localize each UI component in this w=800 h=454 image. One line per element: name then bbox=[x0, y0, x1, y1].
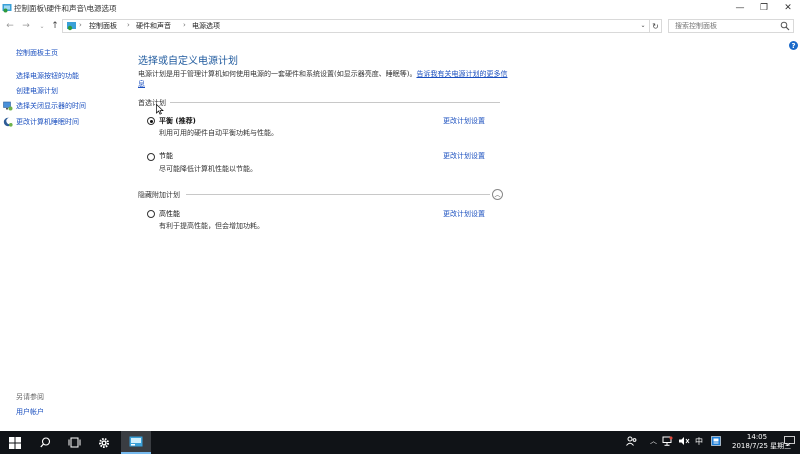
plan-name-power-saver[interactable]: 节能 bbox=[159, 151, 173, 161]
control-panel-icon bbox=[2, 4, 12, 13]
sidebar-item-power-button[interactable]: 选择电源按钮的功能 bbox=[16, 71, 79, 81]
section-divider bbox=[186, 194, 490, 195]
sidebar-home-link[interactable]: 控制面板主页 bbox=[16, 48, 58, 58]
plan-radio-balanced[interactable] bbox=[147, 117, 155, 125]
control-panel-window: 控制面板\硬件和声音\电源选项 — ❐ ✕ ← → ⌄ ↑ › 控制面板 › 硬… bbox=[0, 0, 800, 431]
search-icon[interactable] bbox=[780, 21, 790, 31]
breadcrumb-control-panel[interactable]: 控制面板 bbox=[89, 21, 117, 31]
volume-muted-icon[interactable] bbox=[678, 436, 690, 446]
control-panel-icon bbox=[67, 22, 76, 31]
window-title: 控制面板\硬件和声音\电源选项 bbox=[14, 4, 117, 13]
taskbar: ︿ 中 14:05 2018/7/25 星期三 bbox=[0, 431, 800, 454]
address-dropdown-button[interactable]: ⌄ bbox=[638, 19, 648, 31]
breadcrumb-hardware-sound[interactable]: 硬件和声音 bbox=[136, 21, 171, 31]
up-button[interactable]: ↑ bbox=[49, 20, 61, 32]
sidebar-item-user-accounts[interactable]: 用户帐户 bbox=[16, 407, 44, 417]
clock-time: 14:05 bbox=[746, 433, 768, 441]
plan-name-high-performance[interactable]: 高性能 bbox=[159, 209, 180, 219]
control-panel-icon bbox=[129, 436, 143, 447]
change-plan-settings-balanced[interactable]: 更改计划设置 bbox=[443, 116, 485, 126]
page-title: 选择或自定义电源计划 bbox=[138, 56, 238, 67]
breadcrumb-separator-icon: › bbox=[79, 21, 82, 29]
minimize-button[interactable]: — bbox=[728, 0, 752, 16]
plan-name-balanced[interactable]: 平衡 (推荐) bbox=[159, 116, 196, 126]
maximize-button[interactable]: ❐ bbox=[752, 0, 776, 16]
tray-chevron-up-icon[interactable]: ︿ bbox=[650, 436, 657, 446]
gear-icon bbox=[99, 437, 109, 448]
search-input[interactable] bbox=[669, 20, 779, 32]
back-button[interactable]: ← bbox=[4, 20, 16, 32]
plan-radio-high-performance[interactable] bbox=[147, 210, 155, 218]
search-icon bbox=[39, 437, 50, 448]
sidebar-item-create-plan[interactable]: 创建电源计划 bbox=[16, 86, 58, 96]
breadcrumb-power-options[interactable]: 电源选项 bbox=[192, 21, 220, 31]
settings-taskbar-button[interactable] bbox=[89, 431, 119, 454]
start-button[interactable] bbox=[0, 431, 30, 454]
sidebar-item-display-off[interactable]: 选择关闭显示器的时间 bbox=[16, 101, 86, 111]
plan-desc-power-saver: 尽可能降低计算机性能以节能。 bbox=[159, 165, 257, 173]
title-bar: 控制面板\硬件和声音\电源选项 — ❐ ✕ bbox=[0, 0, 800, 16]
change-plan-settings-high-performance[interactable]: 更改计划设置 bbox=[443, 209, 485, 219]
collapse-chevron-icon[interactable]: ︿ bbox=[492, 189, 503, 200]
keyboard-icon[interactable] bbox=[711, 436, 721, 446]
network-icon[interactable] bbox=[662, 436, 673, 446]
change-plan-settings-power-saver[interactable]: 更改计划设置 bbox=[443, 151, 485, 161]
clock[interactable]: 14:05 2018/7/25 星期三 bbox=[732, 433, 792, 451]
search-taskbar-button[interactable] bbox=[30, 431, 60, 454]
monitor-icon bbox=[3, 101, 13, 111]
hidden-plans-heading[interactable]: 隐藏附加计划 bbox=[138, 190, 180, 200]
mouse-cursor-icon bbox=[156, 104, 164, 115]
description-text: 电源计划是用于管理计算机如何使用电源的一套硬件和系统设置(如显示器亮度、睡眠等)… bbox=[138, 70, 417, 78]
forward-button[interactable]: → bbox=[20, 20, 32, 32]
people-icon[interactable] bbox=[626, 436, 637, 446]
plan-radio-power-saver[interactable] bbox=[147, 153, 155, 161]
plan-desc-high-performance: 有利于提高性能，但会增加功耗。 bbox=[159, 222, 264, 230]
task-view-button[interactable] bbox=[59, 431, 89, 454]
help-icon[interactable]: ? bbox=[789, 41, 798, 50]
ime-indicator[interactable]: 中 bbox=[695, 436, 703, 447]
recent-locations-button[interactable]: ⌄ bbox=[36, 20, 48, 32]
notification-center-icon[interactable] bbox=[784, 436, 795, 446]
refresh-button[interactable]: ↻ bbox=[650, 19, 662, 33]
page-description: 电源计划是用于管理计算机如何使用电源的一套硬件和系统设置(如显示器亮度、睡眠等)… bbox=[138, 69, 508, 89]
sidebar-item-sleep-time[interactable]: 更改计算机睡眠时间 bbox=[16, 117, 79, 127]
control-panel-taskbar-button[interactable] bbox=[121, 431, 151, 454]
close-button[interactable]: ✕ bbox=[776, 0, 800, 16]
address-bar-row: ← → ⌄ ↑ › 控制面板 › 硬件和声音 › 电源选项 ⌄ ↻ bbox=[0, 16, 800, 36]
breadcrumb-separator-icon: › bbox=[127, 21, 130, 29]
section-divider bbox=[170, 102, 500, 103]
address-bar[interactable]: › 控制面板 › 硬件和声音 › 电源选项 bbox=[62, 19, 650, 33]
search-box[interactable] bbox=[668, 19, 794, 33]
see-also-heading: 另请参阅 bbox=[16, 393, 44, 401]
breadcrumb-separator-icon: › bbox=[183, 21, 186, 29]
task-view-icon bbox=[68, 437, 80, 448]
moon-icon bbox=[3, 117, 13, 127]
windows-logo-icon bbox=[9, 436, 21, 449]
clock-date: 2018/7/25 星期三 bbox=[732, 442, 792, 450]
plan-desc-balanced: 利用可用的硬件自动平衡功耗与性能。 bbox=[159, 129, 278, 137]
